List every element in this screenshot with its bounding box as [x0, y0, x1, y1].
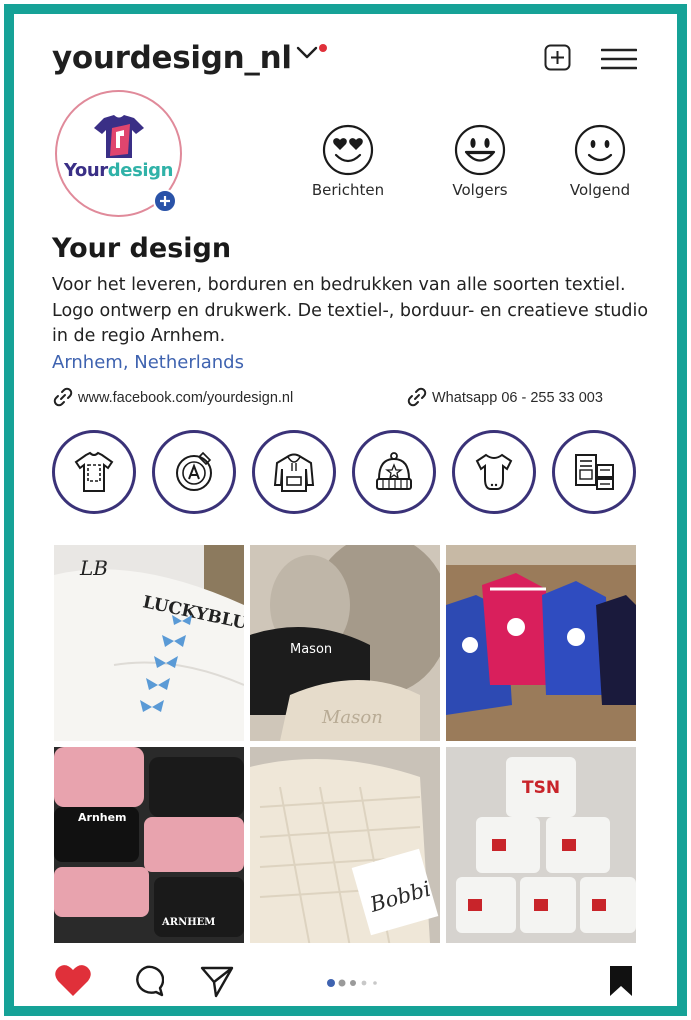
stat-label-berichten: Berichten — [311, 181, 385, 199]
post-thumbnail[interactable]: Mason Mason — [250, 545, 440, 741]
bookmark-icon[interactable] — [608, 964, 634, 998]
profile-name: Your design — [52, 233, 232, 264]
pager-dot — [327, 979, 335, 987]
carousel-pager — [327, 979, 377, 987]
post-action-bar — [14, 952, 677, 1006]
hoodie-icon — [273, 453, 315, 492]
stat-berichten[interactable]: Berichten — [293, 123, 403, 199]
pager-dot — [350, 980, 356, 986]
post-text-arnhem-caps: ARNHEM — [161, 917, 215, 928]
post-text-tsn: TSN — [522, 778, 560, 798]
logo-design-icon — [176, 451, 212, 491]
post-thumbnail[interactable]: Arnhem ARNHEM — [54, 747, 244, 943]
profile-screen: yourdesign_nl Yourdesign Berichten Volge… — [14, 14, 677, 1006]
pager-dot — [361, 980, 367, 986]
post-grid: LUCKYBLU LB Mason Mason Arnhem ARNHEM Bo… — [54, 545, 640, 945]
heart-eyes-smiley-icon — [322, 124, 374, 176]
comment-icon[interactable] — [130, 964, 164, 998]
pager-dot — [373, 981, 377, 985]
post-thumbnail[interactable]: TSN — [446, 747, 636, 943]
chevron-down-icon[interactable] — [296, 44, 318, 60]
post-frame: yourdesign_nl Yourdesign Berichten Volge… — [4, 4, 687, 1016]
stat-label-volgend: Volgend — [569, 181, 631, 199]
highlight-logo[interactable] — [152, 430, 236, 514]
post-thumbnail[interactable] — [446, 545, 636, 741]
avatar-text-part2: design — [107, 160, 174, 181]
stat-label-volgers: Volgers — [452, 181, 508, 199]
website-link-text: www.facebook.com/yourdesign.nl — [78, 390, 294, 406]
stat-volgers[interactable]: Volgers — [425, 123, 535, 199]
add-story-button[interactable] — [153, 189, 177, 213]
link-icon — [53, 387, 73, 407]
post-thumbnail[interactable]: Bobbi — [250, 747, 440, 943]
send-icon[interactable] — [200, 964, 234, 998]
grin-smiley-icon — [454, 124, 506, 176]
highlight-baby[interactable] — [452, 430, 536, 514]
mason-photo: Mason Mason — [250, 545, 440, 741]
avatar-text-part1: Your — [63, 160, 108, 181]
plus-icon — [160, 196, 170, 206]
mugs-photo: TSN — [446, 747, 636, 943]
beanies-photo: Arnhem ARNHEM — [54, 747, 244, 943]
pager-dot — [338, 979, 346, 987]
baby-onesie-icon — [475, 453, 513, 490]
highlight-tshirt[interactable] — [52, 430, 136, 514]
profile-avatar[interactable]: Yourdesign — [55, 90, 182, 217]
link-icon — [407, 387, 427, 407]
highlight-print[interactable] — [552, 430, 636, 514]
tshirt-print-icon — [74, 451, 114, 492]
heart-icon[interactable] — [54, 964, 92, 998]
whatsapp-link[interactable]: Whatsapp 06 - 255 33 003 — [406, 386, 603, 408]
beanie-icon — [376, 452, 412, 490]
notification-dot — [319, 44, 327, 52]
smile-smiley-icon — [574, 124, 626, 176]
stat-volgend[interactable]: Volgend — [545, 123, 655, 199]
profile-bio: Voor het leveren, borduren en bedrukken … — [52, 275, 649, 346]
avatar-logo-text: Yourdesign — [57, 160, 180, 181]
sweater-photo: LUCKYBLU LB — [54, 545, 244, 741]
bobbi-photo: Bobbi — [250, 747, 440, 943]
website-link[interactable]: www.facebook.com/yourdesign.nl — [52, 386, 293, 408]
highlight-hoodie[interactable] — [252, 430, 336, 514]
post-thumbnail[interactable]: LUCKYBLU LB — [54, 545, 244, 741]
highlight-beanie[interactable] — [352, 430, 436, 514]
post-monogram: LB — [79, 556, 108, 580]
post-text-mason-2: Mason — [321, 707, 383, 728]
jackets-photo — [446, 545, 636, 741]
printed-matter-icon — [575, 454, 614, 490]
tshirt-logo-icon — [94, 115, 144, 158]
new-post-icon[interactable] — [544, 44, 571, 71]
hamburger-menu-icon[interactable] — [601, 47, 637, 71]
post-text-arnhem: Arnhem — [78, 811, 127, 824]
post-text-mason-1: Mason — [290, 642, 332, 657]
profile-location[interactable]: Arnhem, Netherlands — [52, 352, 244, 373]
whatsapp-link-text: Whatsapp 06 - 255 33 003 — [432, 390, 603, 406]
profile-handle[interactable]: yourdesign_nl — [52, 40, 292, 76]
